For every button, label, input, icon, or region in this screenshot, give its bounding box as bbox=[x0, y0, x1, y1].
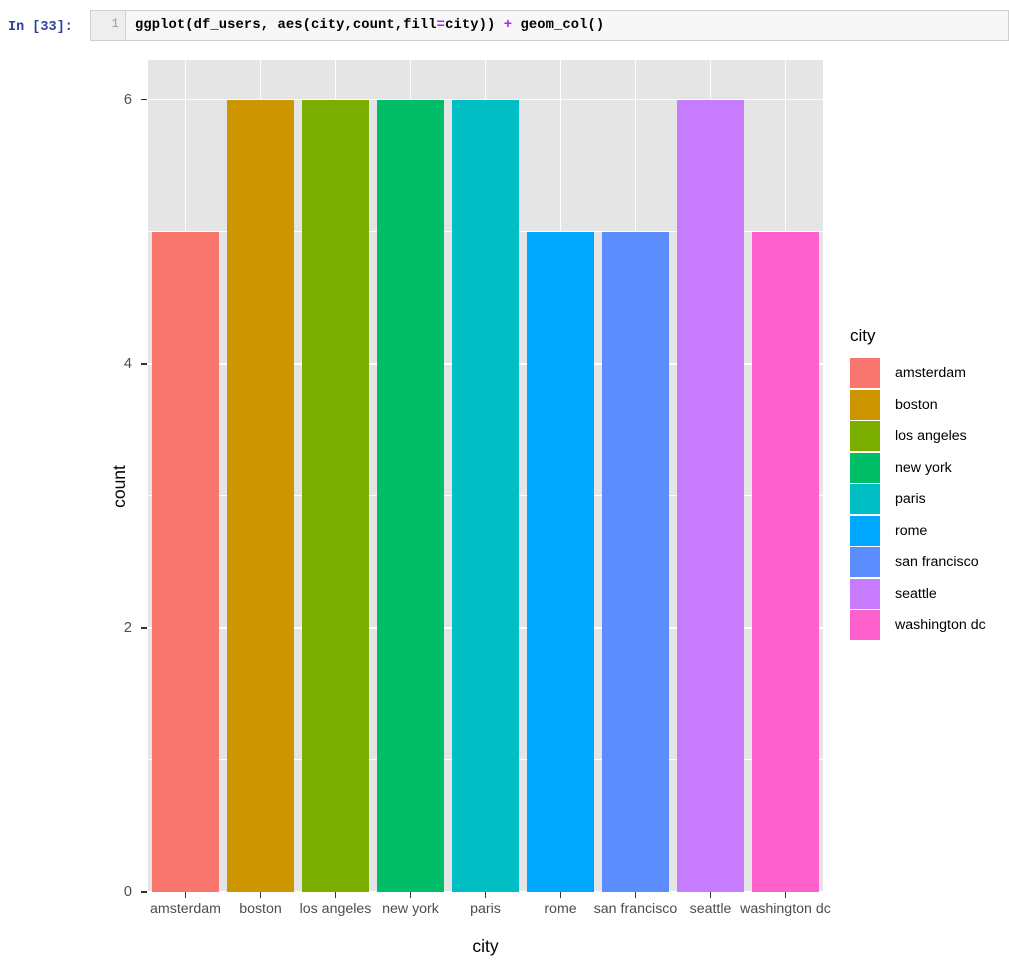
bar-new-york bbox=[377, 99, 444, 892]
bar-los-angeles bbox=[302, 99, 369, 892]
bar-amsterdam bbox=[152, 231, 219, 892]
code-text[interactable]: ggplot(df_users, aes(city,count,fill=cit… bbox=[135, 18, 604, 33]
line-number-gutter: 1 bbox=[91, 11, 126, 40]
bar-san-francisco bbox=[602, 231, 669, 892]
x-axis-tick-mark bbox=[484, 892, 487, 898]
legend-item: amsterdam bbox=[850, 358, 1008, 390]
y-axis-label: count bbox=[108, 465, 129, 508]
x-axis-tick-label: washington dc bbox=[740, 901, 831, 917]
legend-item-label: boston bbox=[895, 396, 938, 413]
y-axis-tick-label: 0 bbox=[123, 884, 132, 900]
legend-item-label: los angeles bbox=[895, 428, 967, 444]
bar-rome bbox=[527, 231, 594, 892]
legend-color-swatch bbox=[850, 452, 880, 483]
legend-item-label: washington dc bbox=[895, 617, 986, 633]
x-axis-tick-mark bbox=[559, 892, 562, 898]
y-axis-tick-mark bbox=[141, 98, 147, 101]
plot-panel bbox=[148, 60, 823, 892]
legend-item: washington dc bbox=[850, 610, 1008, 642]
y-axis-tick-label: 4 bbox=[123, 355, 132, 372]
legend-item: boston bbox=[850, 389, 1008, 422]
x-axis-tick-mark bbox=[634, 892, 637, 898]
y-axis-tick-label: 2 bbox=[123, 619, 132, 636]
code-token: geom_col() bbox=[512, 18, 605, 33]
legend-color-swatch bbox=[850, 484, 880, 514]
x-axis-tick-mark bbox=[259, 892, 262, 898]
plot-output-area: 0 2 4 6 count amsterdam boston los angeles new… bbox=[0, 46, 1009, 971]
legend-color-swatch bbox=[850, 547, 880, 577]
bar-washington-dc bbox=[752, 231, 819, 892]
x-axis-tick-mark bbox=[784, 892, 787, 898]
y-axis-tick-mark bbox=[141, 362, 147, 365]
legend-item-label: rome bbox=[895, 522, 928, 539]
legend-color-swatch bbox=[850, 358, 880, 388]
code-token: ggplot(df_users, aes(city,count,fill bbox=[135, 18, 437, 33]
legend-color-swatch bbox=[850, 610, 880, 640]
legend-color-swatch bbox=[850, 421, 880, 451]
y-axis-tick-mark bbox=[141, 891, 147, 893]
legend-color-swatch bbox=[850, 515, 880, 546]
line-number: 1 bbox=[111, 17, 119, 31]
legend-item: san francisco bbox=[850, 547, 1008, 579]
legend-color-swatch bbox=[850, 578, 880, 609]
legend-item-label: seattle bbox=[895, 585, 937, 602]
execution-count-prompt: In [33]: bbox=[8, 20, 73, 35]
legend-item: los angeles bbox=[850, 421, 1008, 453]
code-input-area[interactable]: 1 ggplot(df_users, aes(city,count,fill=c… bbox=[90, 10, 1009, 41]
bar-seattle bbox=[677, 99, 744, 892]
y-axis-tick-label: 6 bbox=[123, 91, 132, 108]
legend-item: new york bbox=[850, 452, 1008, 485]
legend-item: paris bbox=[850, 484, 1008, 516]
code-operator: = bbox=[436, 18, 446, 33]
legend-item: seattle bbox=[850, 578, 1008, 611]
bar-boston bbox=[227, 99, 294, 892]
bar-paris bbox=[452, 99, 519, 892]
code-token: city)) bbox=[445, 18, 504, 33]
legend-item: rome bbox=[850, 515, 1008, 548]
x-axis-tick-mark bbox=[709, 892, 712, 898]
legend-color-swatch bbox=[850, 389, 880, 420]
code-operator: + bbox=[503, 18, 513, 33]
legend-item-label: amsterdam bbox=[895, 365, 966, 381]
legend-item-label: san francisco bbox=[895, 554, 979, 570]
x-axis-tick-mark bbox=[409, 892, 412, 898]
y-axis-tick-mark bbox=[141, 627, 147, 629]
x-axis-tick-mark bbox=[334, 892, 337, 898]
legend-title: city bbox=[850, 326, 876, 345]
legend-item-label: new york bbox=[895, 459, 952, 476]
x-axis-tick-mark bbox=[184, 892, 187, 898]
legend-item-label: paris bbox=[895, 491, 926, 507]
x-axis-label: city bbox=[472, 936, 499, 956]
notebook-input-cell: In [33]: 1 ggplot(df_users, aes(city,cou… bbox=[0, 0, 1009, 46]
